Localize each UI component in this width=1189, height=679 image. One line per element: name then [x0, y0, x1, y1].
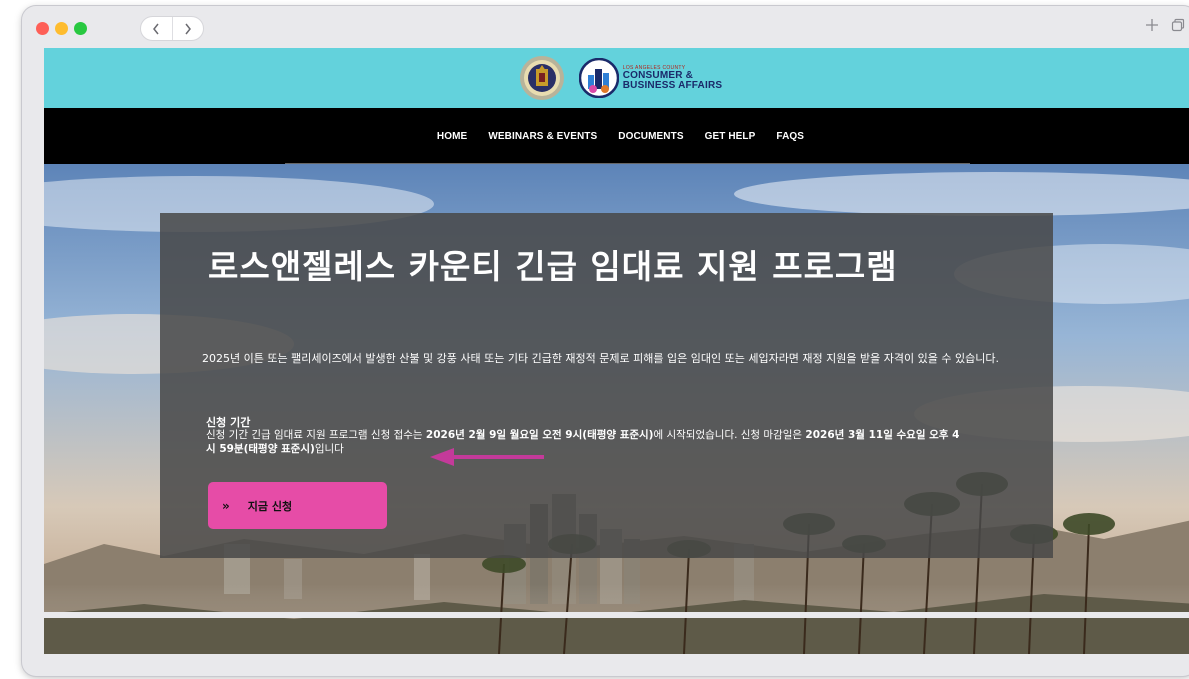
dcba-logo[interactable]: LOS ANGELES COUNTY CONSUMER & BUSINESS A…: [578, 58, 723, 98]
dcba-name-line2: BUSINESS AFFAIRS: [622, 79, 723, 91]
minimize-window-button[interactable]: [55, 22, 68, 35]
page-title: 로스앤젤레스 카운티 긴급 임대료 지원 프로그램: [208, 247, 898, 286]
nav-documents[interactable]: DOCUMENTS: [618, 131, 683, 142]
apply-now-label: 지금 신청: [247, 499, 293, 513]
window-actions: [1145, 18, 1185, 32]
period-text-part: 입니다: [314, 443, 344, 455]
period-text-part: 신청 기간 긴급 임대료 지원 프로그램 신청 접수는: [206, 429, 426, 441]
hero-subtitle: 2025년 이튼 또는 팰리세이즈에서 발생한 산불 및 강풍 사태 또는 기타…: [202, 352, 999, 365]
dcba-name-line1: CONSUMER &: [622, 69, 694, 81]
plus-icon[interactable]: [1145, 18, 1159, 32]
period-text-part: 에 시작되었습니다. 신청 마감일은: [653, 429, 806, 441]
browser-window: LOS ANGELES COUNTY CONSUMER & BUSINESS A…: [22, 6, 1189, 676]
period-start-date: 2026년 2월 9일 월요일 오전 9시(태평양 표준시): [425, 429, 654, 441]
main-nav: HOME WEBINARS & EVENTS DOCUMENTS GET HEL…: [44, 108, 1189, 164]
forward-button[interactable]: [171, 17, 204, 40]
nav-home[interactable]: HOME: [437, 131, 467, 142]
arrow-left-icon: [430, 448, 544, 466]
hero-panel: 로스앤젤레스 카운티 긴급 임대료 지원 프로그램 2025년 이튼 또는 팰리…: [160, 213, 1053, 558]
back-button[interactable]: [141, 17, 172, 40]
nav-get-help[interactable]: GET HELP: [705, 131, 756, 142]
nav-faqs[interactable]: FAQS: [776, 131, 804, 142]
history-nav: [140, 16, 204, 41]
tabs-icon[interactable]: [1171, 18, 1185, 32]
hero-section: 로스앤젤레스 카운티 긴급 임대료 지원 프로그램 2025년 이튼 또는 팰리…: [44, 164, 1189, 654]
window-bottom-edge: [22, 612, 1189, 618]
nav-webinars-events[interactable]: WEBINARS & EVENTS: [488, 131, 597, 142]
dcba-emblem-icon: [578, 58, 619, 98]
logo-bar: LOS ANGELES COUNTY CONSUMER & BUSINESS A…: [44, 48, 1189, 108]
county-seal-icon[interactable]: [519, 55, 565, 101]
chevron-left-icon: [153, 23, 159, 34]
title-bar: [22, 6, 1189, 48]
apply-now-button[interactable]: » 지금 신청: [208, 482, 387, 529]
web-viewport: LOS ANGELES COUNTY CONSUMER & BUSINESS A…: [44, 48, 1189, 654]
close-window-button[interactable]: [36, 22, 49, 35]
chevron-right-icon: [185, 23, 191, 34]
maximize-window-button[interactable]: [74, 22, 87, 35]
application-period-text: 신청 기간 긴급 임대료 지원 프로그램 신청 접수는 2026년 2월 9일 …: [206, 428, 966, 456]
double-chevron-right-icon: »: [222, 498, 230, 513]
